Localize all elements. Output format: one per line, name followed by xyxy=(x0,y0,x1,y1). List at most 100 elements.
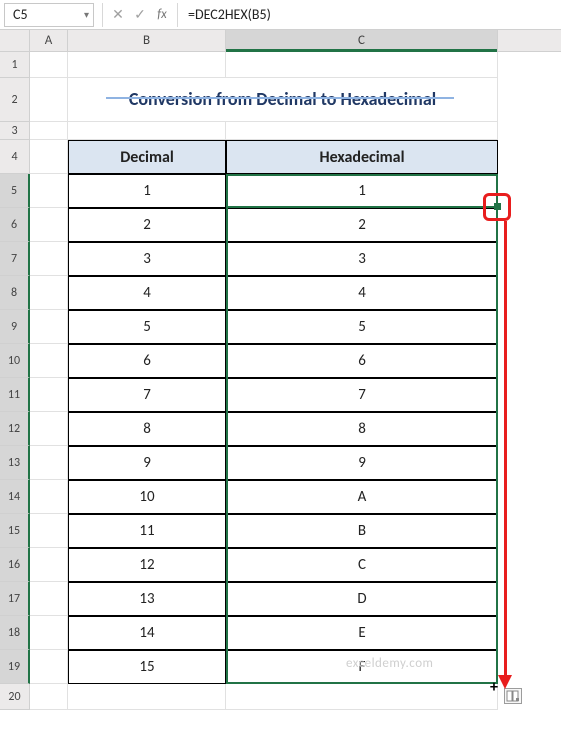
cell-decimal[interactable]: 14 xyxy=(68,616,226,650)
cell[interactable] xyxy=(30,276,68,310)
table-header-decimal[interactable]: Decimal xyxy=(68,140,226,174)
cell[interactable] xyxy=(30,582,68,616)
cell[interactable] xyxy=(68,122,226,140)
row-header[interactable]: 2 xyxy=(0,78,30,122)
cell[interactable] xyxy=(226,52,498,78)
separator xyxy=(102,3,103,27)
cell[interactable] xyxy=(30,122,68,140)
cell[interactable] xyxy=(30,480,68,514)
row-header[interactable]: 4 xyxy=(0,140,30,174)
chevron-down-icon[interactable]: ▾ xyxy=(84,8,89,21)
cell-decimal[interactable]: 7 xyxy=(68,378,226,412)
cell-hex[interactable]: C xyxy=(226,548,498,582)
row-header[interactable]: 11 xyxy=(0,378,30,412)
cell[interactable] xyxy=(30,310,68,344)
row-header[interactable]: 6 xyxy=(0,208,30,242)
formula-input[interactable]: =DEC2HEX(B5) xyxy=(182,6,561,23)
cell-decimal[interactable]: 5 xyxy=(68,310,226,344)
row-header[interactable]: 7 xyxy=(0,242,30,276)
cell-hex[interactable]: 2 xyxy=(226,208,498,242)
cell[interactable] xyxy=(30,174,68,208)
cell-decimal[interactable]: 1 xyxy=(68,174,226,208)
cell-decimal[interactable]: 9 xyxy=(68,446,226,480)
cell[interactable] xyxy=(30,446,68,480)
cell[interactable] xyxy=(30,616,68,650)
cancel-icon[interactable]: ✕ xyxy=(107,6,129,23)
cell[interactable] xyxy=(30,140,68,174)
cell[interactable] xyxy=(30,242,68,276)
cell[interactable] xyxy=(30,344,68,378)
row-header[interactable]: 17 xyxy=(0,582,30,616)
cell-decimal[interactable]: 8 xyxy=(68,412,226,446)
title-underline xyxy=(106,97,454,99)
cell-hex[interactable]: 8 xyxy=(226,412,498,446)
cell-hex[interactable]: 9 xyxy=(226,446,498,480)
row-header[interactable]: 16 xyxy=(0,548,30,582)
cell-decimal[interactable]: 3 xyxy=(68,242,226,276)
cell-decimal[interactable]: 2 xyxy=(68,208,226,242)
row-header[interactable]: 1 xyxy=(0,52,30,78)
row-header[interactable]: 12 xyxy=(0,412,30,446)
grid: A B C 1 2 Conversion from Decimal to Hex… xyxy=(0,30,561,710)
annotation-arrow-line xyxy=(504,221,507,677)
cell-decimal[interactable]: 10 xyxy=(68,480,226,514)
column-headers: A B C xyxy=(0,30,561,52)
watermark: exceldemy.com xyxy=(346,656,433,671)
cell-decimal[interactable]: 6 xyxy=(68,344,226,378)
cell[interactable] xyxy=(30,684,68,710)
row-header[interactable]: 10 xyxy=(0,344,30,378)
row-header[interactable]: 9 xyxy=(0,310,30,344)
cell[interactable] xyxy=(68,684,226,710)
row-header[interactable]: 19 xyxy=(0,650,30,684)
cell[interactable] xyxy=(30,78,68,122)
cell-decimal[interactable]: 13 xyxy=(68,582,226,616)
cell-hex[interactable]: 4 xyxy=(226,276,498,310)
cell-decimal[interactable]: 11 xyxy=(68,514,226,548)
cell[interactable] xyxy=(30,548,68,582)
row-header[interactable]: 13 xyxy=(0,446,30,480)
cell[interactable] xyxy=(226,122,498,140)
row-header[interactable]: 8 xyxy=(0,276,30,310)
cell-hex[interactable]: B xyxy=(226,514,498,548)
cell-hex[interactable]: D xyxy=(226,582,498,616)
row-header[interactable]: 18 xyxy=(0,616,30,650)
row-header[interactable]: 14 xyxy=(0,480,30,514)
row-header[interactable]: 20 xyxy=(0,684,30,710)
cell-hex[interactable]: 3 xyxy=(226,242,498,276)
cell-hex[interactable]: 7 xyxy=(226,378,498,412)
row-header[interactable]: 3 xyxy=(0,122,30,140)
column-header-C[interactable]: C xyxy=(226,30,498,51)
name-box-value: C5 xyxy=(13,6,28,23)
column-header-B[interactable]: B xyxy=(68,30,226,51)
formula-bar: C5 ▾ ✕ ✓ fx =DEC2HEX(B5) xyxy=(0,0,561,30)
cell-hex[interactable]: 1 xyxy=(226,174,498,208)
cell-hex[interactable]: 5 xyxy=(226,310,498,344)
separator xyxy=(177,3,178,27)
column-header-A[interactable]: A xyxy=(30,30,68,51)
enter-icon[interactable]: ✓ xyxy=(129,6,151,23)
fx-icon[interactable]: fx xyxy=(151,7,173,22)
cell[interactable] xyxy=(30,412,68,446)
row-header[interactable]: 5 xyxy=(0,174,30,208)
cell-hex[interactable]: A xyxy=(226,480,498,514)
cell[interactable] xyxy=(30,52,68,78)
cell-decimal[interactable]: 15 xyxy=(68,650,226,684)
annotation-circle xyxy=(483,193,511,221)
name-box[interactable]: C5 ▾ xyxy=(4,3,94,27)
cell[interactable] xyxy=(30,208,68,242)
cell-hex[interactable]: 6 xyxy=(226,344,498,378)
cell[interactable] xyxy=(30,650,68,684)
cell[interactable] xyxy=(30,514,68,548)
cell-decimal[interactable]: 4 xyxy=(68,276,226,310)
row-header[interactable]: 15 xyxy=(0,514,30,548)
cell[interactable] xyxy=(226,684,498,710)
cell[interactable] xyxy=(68,52,226,78)
cell-hex[interactable]: E xyxy=(226,616,498,650)
cell[interactable] xyxy=(30,378,68,412)
cursor-cross-icon: + xyxy=(490,678,498,697)
cell-decimal[interactable]: 12 xyxy=(68,548,226,582)
page-title[interactable]: Conversion from Decimal to Hexadecimal xyxy=(68,78,498,122)
table-header-hex[interactable]: Hexadecimal xyxy=(226,140,498,174)
select-all-corner[interactable] xyxy=(0,30,30,51)
autofill-options-icon[interactable] xyxy=(504,688,522,704)
